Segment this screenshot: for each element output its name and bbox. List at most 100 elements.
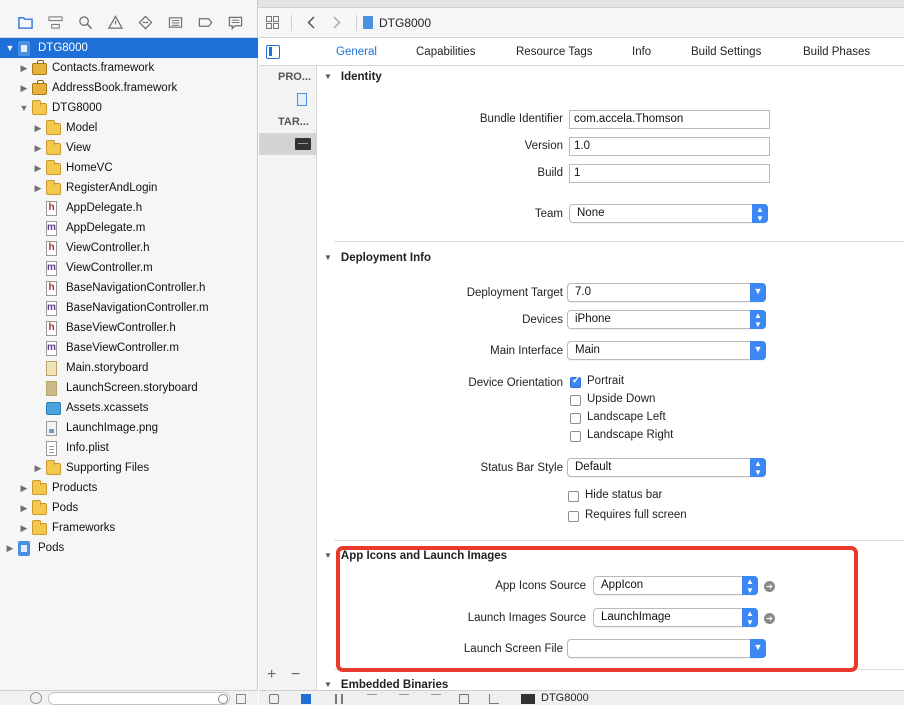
forward-chevron-icon[interactable] [324,8,350,38]
landscape-left-checkbox[interactable] [570,413,581,424]
team-popup[interactable]: None ▲ ▼ [569,204,768,223]
view-debugger-icon[interactable] [459,694,469,704]
disclosure-closed-icon[interactable]: ▶ [18,58,30,78]
file-tree-row[interactable]: ▶ HomeVC [0,158,258,178]
search-icon[interactable] [70,13,100,33]
file-tree-row[interactable]: m BaseViewController.m [0,338,258,358]
file-tree-row[interactable]: m BaseNavigationController.m [0,298,258,318]
file-tree-row[interactable]: ▶ View [0,138,258,158]
disclosure-open-icon[interactable]: ▼ [4,38,16,58]
navigator-toolbar [0,8,258,38]
scm-filter-icon[interactable] [236,694,246,704]
devices-popup[interactable]: iPhone ▲ ▼ [567,310,766,329]
disclosure-closed-icon[interactable]: ▶ [32,138,44,158]
file-tree-row[interactable]: ▶ Supporting Files [0,458,258,478]
hide-debug-area-icon[interactable] [269,694,279,704]
jumpbar-file-crumb[interactable]: DTG8000 [363,16,431,30]
requires-full-screen-checkbox[interactable] [568,511,579,522]
file-tree-row[interactable]: ▶ Products [0,478,258,498]
file-tree-row[interactable]: h ViewController.h [0,238,258,258]
breakpoint-icon[interactable] [190,13,220,33]
file-tree-row[interactable]: h BaseViewController.h [0,318,258,338]
file-tree-row[interactable]: ▶ Frameworks [0,518,258,538]
file-tree-label: ViewController.m [66,262,153,274]
remove-target-button[interactable]: − [291,666,300,684]
file-tree-row[interactable]: LaunchScreen.storyboard [0,378,258,398]
file-tree-row[interactable]: h BaseNavigationController.h [0,278,258,298]
file-tree-row[interactable]: Assets.xcassets [0,398,258,418]
disclosure-closed-icon[interactable]: ▶ [18,518,30,538]
add-target-button[interactable]: + [267,666,276,684]
clock-filter-icon[interactable] [218,694,228,704]
file-tree-row[interactable]: ▶ RegisterAndLogin [0,178,258,198]
status-bar-style-popup[interactable]: Default ▲ ▼ [567,458,766,477]
disclosure-closed-icon[interactable]: ▶ [18,498,30,518]
file-tree-row[interactable]: ▼ DTG8000 [0,38,258,58]
file-tree-row[interactable]: LaunchImage.png [0,418,258,438]
breakpoints-toggle-icon[interactable] [301,694,311,704]
warning-icon[interactable] [100,13,130,33]
hide-status-bar-checkbox[interactable] [568,491,579,502]
folder-icon[interactable] [10,13,40,33]
disclosure-closed-icon[interactable]: ▶ [32,118,44,138]
devices-label: Devices [522,314,563,326]
header-file-icon: h [46,321,57,336]
devices-value: iPhone [575,313,611,325]
related-items-icon[interactable] [259,8,285,38]
identity-section-title[interactable]: Identity [324,71,382,83]
bundle-identifier-field[interactable]: com.accela.Thomson [569,110,770,129]
tab-build-phases[interactable]: Build Phases [803,38,870,66]
tab-general[interactable]: General [336,38,377,66]
file-tree-row[interactable]: h AppDelegate.h [0,198,258,218]
folder-icon [46,120,61,135]
landscape-right-checkbox[interactable] [570,431,581,442]
step-out-icon[interactable] [431,694,441,704]
tab-resource-tags[interactable]: Resource Tags [516,38,593,66]
embedded-binaries-section-title[interactable]: Embedded Binaries [324,679,448,690]
version-field[interactable]: 1.0 [569,137,770,156]
filter-field[interactable] [48,692,230,705]
disclosure-closed-icon[interactable]: ▶ [32,158,44,178]
debug-scheme-label[interactable]: DTG8000 [541,692,589,704]
file-tree-row[interactable]: m ViewController.m [0,258,258,278]
disclosure-closed-icon[interactable]: ▶ [32,178,44,198]
disclosure-closed-icon[interactable]: ▶ [18,78,30,98]
test-icon[interactable] [130,13,160,33]
file-tree-row[interactable]: ▶ Model [0,118,258,138]
disclosure-closed-icon[interactable]: ▶ [32,458,44,478]
file-tree-row[interactable]: ▶ Pods [0,498,258,518]
file-tree-row[interactable]: ▶ AddressBook.framework [0,78,258,98]
main-interface-combo[interactable]: Main ▼ [567,341,766,360]
disclosure-closed-icon[interactable]: ▶ [4,538,16,558]
build-field[interactable]: 1 [569,164,770,183]
step-in-icon[interactable] [399,694,409,704]
upside-down-checkbox[interactable] [570,395,581,406]
disclosure-open-icon[interactable]: ▼ [18,98,30,118]
file-tree-row[interactable]: m AppDelegate.m [0,218,258,238]
disclosure-closed-icon[interactable]: ▶ [18,478,30,498]
tab-info[interactable]: Info [632,38,651,66]
portrait-checkbox[interactable] [570,375,581,388]
back-chevron-icon[interactable] [298,8,324,38]
file-tree-row[interactable]: Info.plist [0,438,258,458]
project-icon[interactable] [297,93,307,106]
file-tree-row[interactable]: ▶ Contacts.framework [0,58,258,78]
location-icon[interactable] [489,694,499,704]
pause-icon[interactable] [335,694,343,704]
tab-capabilities[interactable]: Capabilities [416,38,475,66]
debug-icon[interactable] [160,13,190,33]
tab-build-settings[interactable]: Build Settings [691,38,761,66]
add-file-icon[interactable] [30,692,42,704]
file-tree-row[interactable]: ▶ Pods [0,538,258,558]
deployment-section-title[interactable]: Deployment Info [324,252,431,264]
file-tree-label: Info.plist [66,442,109,454]
project-target-list: PRO... TAR... + − [259,66,317,690]
deployment-target-combo[interactable]: 7.0 ▼ [567,283,766,302]
file-tree-row[interactable]: Main.storyboard [0,358,258,378]
sidebar-toggle-icon[interactable] [266,45,280,59]
file-tree-row[interactable]: ▼ DTG8000 [0,98,258,118]
device-orientation-label: Device Orientation [468,377,563,389]
report-icon[interactable] [220,13,250,33]
hierarchy-icon[interactable] [40,13,70,33]
step-over-icon[interactable] [367,694,377,704]
